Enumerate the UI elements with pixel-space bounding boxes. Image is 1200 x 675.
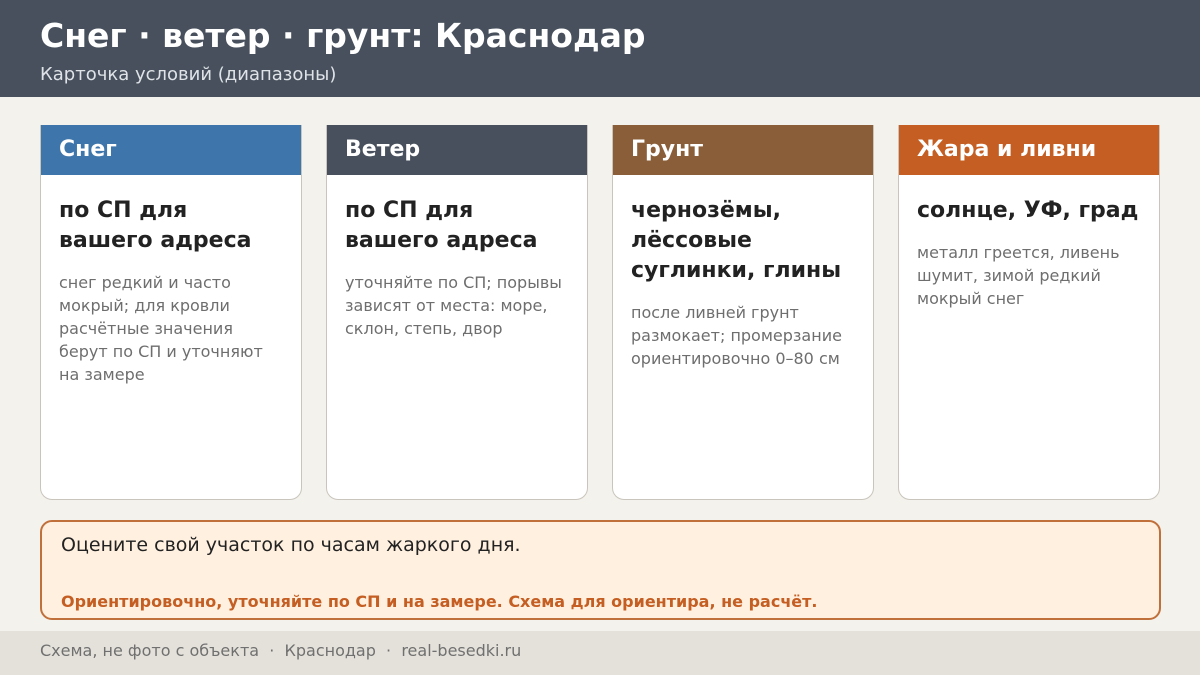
card-note-heat-rain: металл греется, ливень шумит, зимой редк… (917, 243, 1120, 308)
card-soil: Грунт чернозёмы, лёссовые суглинки, глин… (612, 125, 874, 500)
footer: Схема, не фото с объекта · Краснодар · r… (0, 631, 1200, 675)
card-title-snow: Снег (41, 125, 301, 175)
card-snow: Снег по СП для вашего адреса снег редкий… (40, 125, 302, 500)
advice-text: Оцените свой участок по часам жаркого дн… (61, 534, 521, 556)
card-note-wind: уточняйте по СП; порывы зависят от места… (345, 273, 562, 338)
card-main-soil: чернозёмы, лёссовые суглинки, глины (631, 198, 842, 283)
page-subtitle: Карточка условий (диапазоны) (40, 64, 337, 85)
card-main-snow: по СП для вашего адреса (59, 198, 252, 253)
card-main-heat-rain: солнце, УФ, град (917, 198, 1139, 223)
footer-text: Схема, не фото с объекта · Краснодар · r… (40, 641, 522, 660)
card-wind: Ветер по СП для вашего адреса уточняйте … (326, 125, 588, 500)
header: Снег · ветер · грунт: Краснодар Карточка… (0, 0, 1200, 97)
page-title: Снег · ветер · грунт: Краснодар (40, 16, 646, 55)
advice-box: Оцените свой участок по часам жаркого дн… (40, 520, 1161, 620)
card-heat-rain: Жара и ливни солнце, УФ, град металл гре… (898, 125, 1160, 500)
card-title-wind: Ветер (327, 125, 587, 175)
card-title-heat-rain: Жара и ливни (899, 125, 1159, 175)
card-main-wind: по СП для вашего адреса (345, 198, 538, 253)
card-title-soil: Грунт (613, 125, 873, 175)
card-note-soil: после ливней грунт размокает; промерзани… (631, 303, 842, 368)
card-note-snow: снег редкий и часто мокрый; для кровли р… (59, 273, 263, 384)
disclaimer-text: Ориентировочно, уточняйте по СП и на зам… (61, 592, 818, 611)
